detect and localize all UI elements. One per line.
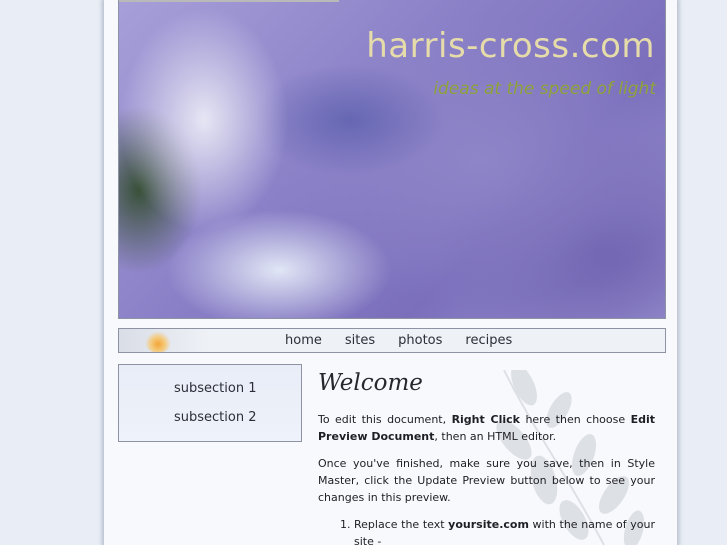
main-content: Welcome To edit this document, Right Cli…: [318, 364, 655, 545]
main-navigation: home sites photos recipes: [118, 328, 666, 353]
intro-text-2: here then choose: [520, 413, 631, 426]
site-title[interactable]: harris-cross.com: [366, 26, 655, 66]
intro-bold-right-click: Right Click: [451, 413, 520, 426]
list-item-text-1: Replace the text: [354, 518, 449, 531]
page-container: harris-cross.com ideas at the speed of l…: [104, 0, 677, 545]
list-item: Replace the text yoursite.com with the n…: [354, 516, 655, 545]
instructions-list: Replace the text yoursite.com with the n…: [318, 516, 655, 545]
nav-link-recipes[interactable]: recipes: [465, 329, 512, 352]
nav-link-sites[interactable]: sites: [345, 329, 375, 352]
nav-link-photos[interactable]: photos: [398, 329, 442, 352]
sidebar-subnav: subsection 1 subsection 2: [118, 364, 302, 442]
banner-top-rule: [119, 0, 339, 2]
nav-link-home[interactable]: home: [285, 329, 322, 352]
flower-decoration-icon: [145, 331, 171, 352]
sidebar-item-subsection-2[interactable]: subsection 2: [174, 410, 257, 425]
site-tagline: ideas at the speed of light: [433, 79, 656, 99]
instructions-paragraph: Once you've finished, make sure you save…: [318, 457, 655, 504]
intro-text-3: , then an HTML editor.: [434, 430, 557, 443]
sidebar-item-subsection-1[interactable]: subsection 1: [174, 381, 257, 396]
header-banner-image: harris-cross.com ideas at the speed of l…: [118, 0, 666, 319]
nav-links: home sites photos recipes: [285, 329, 535, 352]
list-item-bold: yoursite.com: [448, 518, 529, 531]
intro-paragraph: To edit this document, Right Click here …: [318, 411, 655, 445]
page-heading: Welcome: [318, 370, 423, 396]
intro-text-1: To edit this document,: [318, 413, 452, 426]
